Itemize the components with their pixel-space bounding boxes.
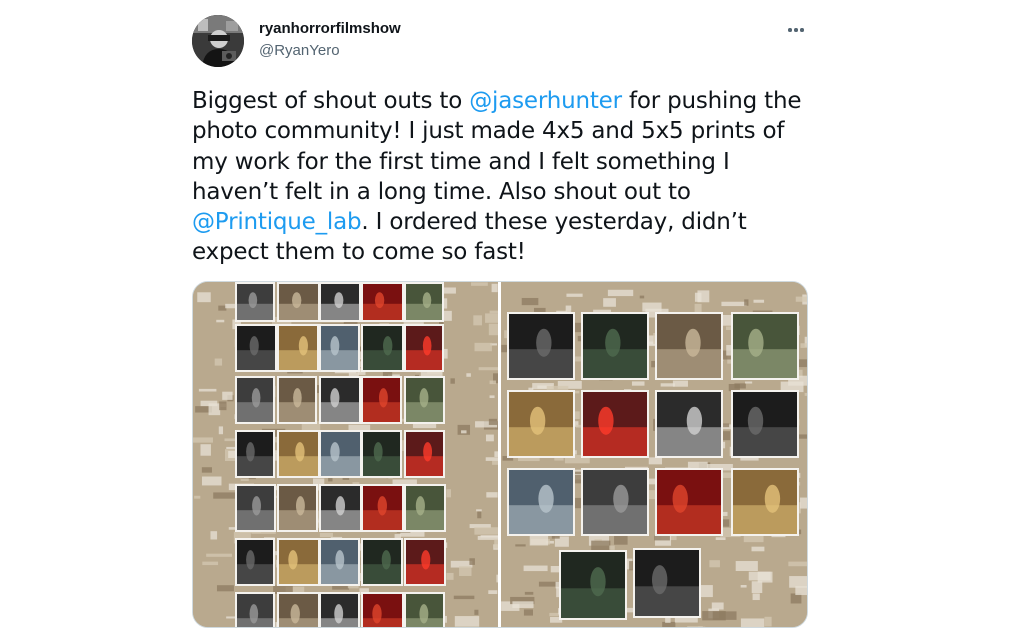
photo-wall-image bbox=[193, 282, 498, 627]
tweet-text-part: Biggest of shout outs to bbox=[192, 88, 470, 114]
profile-avatar-icon bbox=[192, 15, 244, 67]
tweet-text: Biggest of shout outs to @jaserhunter fo… bbox=[192, 86, 822, 268]
mention-link[interactable]: @Printique_lab bbox=[192, 209, 362, 235]
tweet-photo-2[interactable] bbox=[501, 282, 807, 627]
user-display-name[interactable]: ryanhorrorfilmshow bbox=[259, 20, 401, 37]
tweet-card: ryanhorrorfilmshow @RyanYero Biggest of … bbox=[0, 0, 1024, 633]
tweet-media-grid bbox=[192, 281, 808, 628]
user-handle[interactable]: @RyanYero bbox=[259, 42, 340, 59]
avatar[interactable] bbox=[192, 15, 244, 67]
photo-wall-image bbox=[501, 282, 807, 627]
mention-link[interactable]: @jaserhunter bbox=[469, 88, 622, 114]
more-horizontal-icon bbox=[788, 28, 792, 32]
tweet-photo-1[interactable] bbox=[193, 282, 498, 627]
more-options-button[interactable] bbox=[780, 18, 812, 42]
